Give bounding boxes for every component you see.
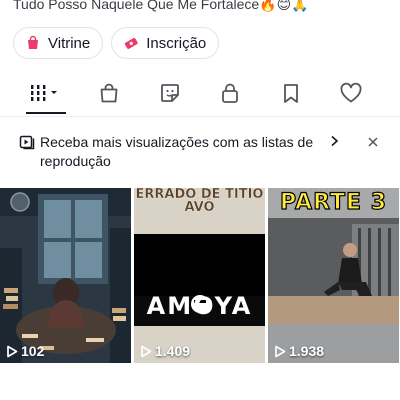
shopping-bag-icon xyxy=(24,34,42,52)
bookmark-icon xyxy=(280,82,302,104)
showcase-chip[interactable]: Vitrine xyxy=(13,27,104,59)
lock-icon xyxy=(219,82,241,104)
view-count-label: 1.938 xyxy=(289,343,325,359)
shopping-bag-icon xyxy=(98,82,120,104)
tab-reposts[interactable] xyxy=(150,74,190,112)
tab-shop[interactable] xyxy=(89,74,129,112)
video-thumbnail[interactable]: ERRADO DE TITIO AVÔ AMOYA 1.409 xyxy=(134,188,265,363)
heart-icon xyxy=(339,82,363,104)
video-grid: 102 ERRADO DE TITIO AVÔ AMOYA 1.409 PART… xyxy=(0,188,400,363)
profile-links: Vitrine Inscrição xyxy=(13,27,220,59)
play-icon xyxy=(6,345,18,358)
thumbnail-caption: AMOYA xyxy=(146,292,253,320)
study-room-illustration xyxy=(0,188,131,363)
view-count: 1.409 xyxy=(140,343,190,359)
tab-private[interactable] xyxy=(210,74,250,112)
play-icon xyxy=(140,345,152,358)
subscription-label: Inscrição xyxy=(146,34,207,52)
profile-tabs xyxy=(0,74,400,116)
playlist-promo-text: Receba mais visualizações com as listas … xyxy=(40,134,314,169)
tab-favorites[interactable] xyxy=(271,74,311,112)
video-thumbnail[interactable]: PARTE 3 1.938 xyxy=(268,188,399,363)
chevron-right-icon[interactable] xyxy=(328,133,340,149)
video-thumbnail[interactable]: 102 xyxy=(0,188,131,363)
playlist-promo-banner[interactable]: Receba mais visualizações com as listas … xyxy=(0,117,400,183)
active-tab-indicator xyxy=(26,112,66,114)
playlist-icon xyxy=(19,134,35,150)
subscription-chip[interactable]: Inscrição xyxy=(111,27,220,59)
play-icon xyxy=(274,345,286,358)
showcase-label: Vitrine xyxy=(48,34,91,52)
view-count-label: 1.409 xyxy=(155,343,191,359)
view-count-label: 102 xyxy=(21,343,45,359)
sticker-icon xyxy=(159,82,181,104)
view-count: 1.938 xyxy=(274,343,324,359)
profile-bio: Tudo Posso Naquele Que Me Fortalece🔥😊🙏 xyxy=(13,0,309,12)
grid-icon xyxy=(29,82,63,104)
tab-videos[interactable] xyxy=(26,74,66,112)
close-icon[interactable] xyxy=(366,135,380,149)
view-count: 102 xyxy=(6,343,44,359)
ticket-icon xyxy=(122,34,140,52)
thumbnail-title: PARTE 3 xyxy=(279,189,388,215)
thumbnail-title: ERRADO DE TITIO AVÔ xyxy=(135,188,264,215)
tab-liked[interactable] xyxy=(331,74,371,112)
